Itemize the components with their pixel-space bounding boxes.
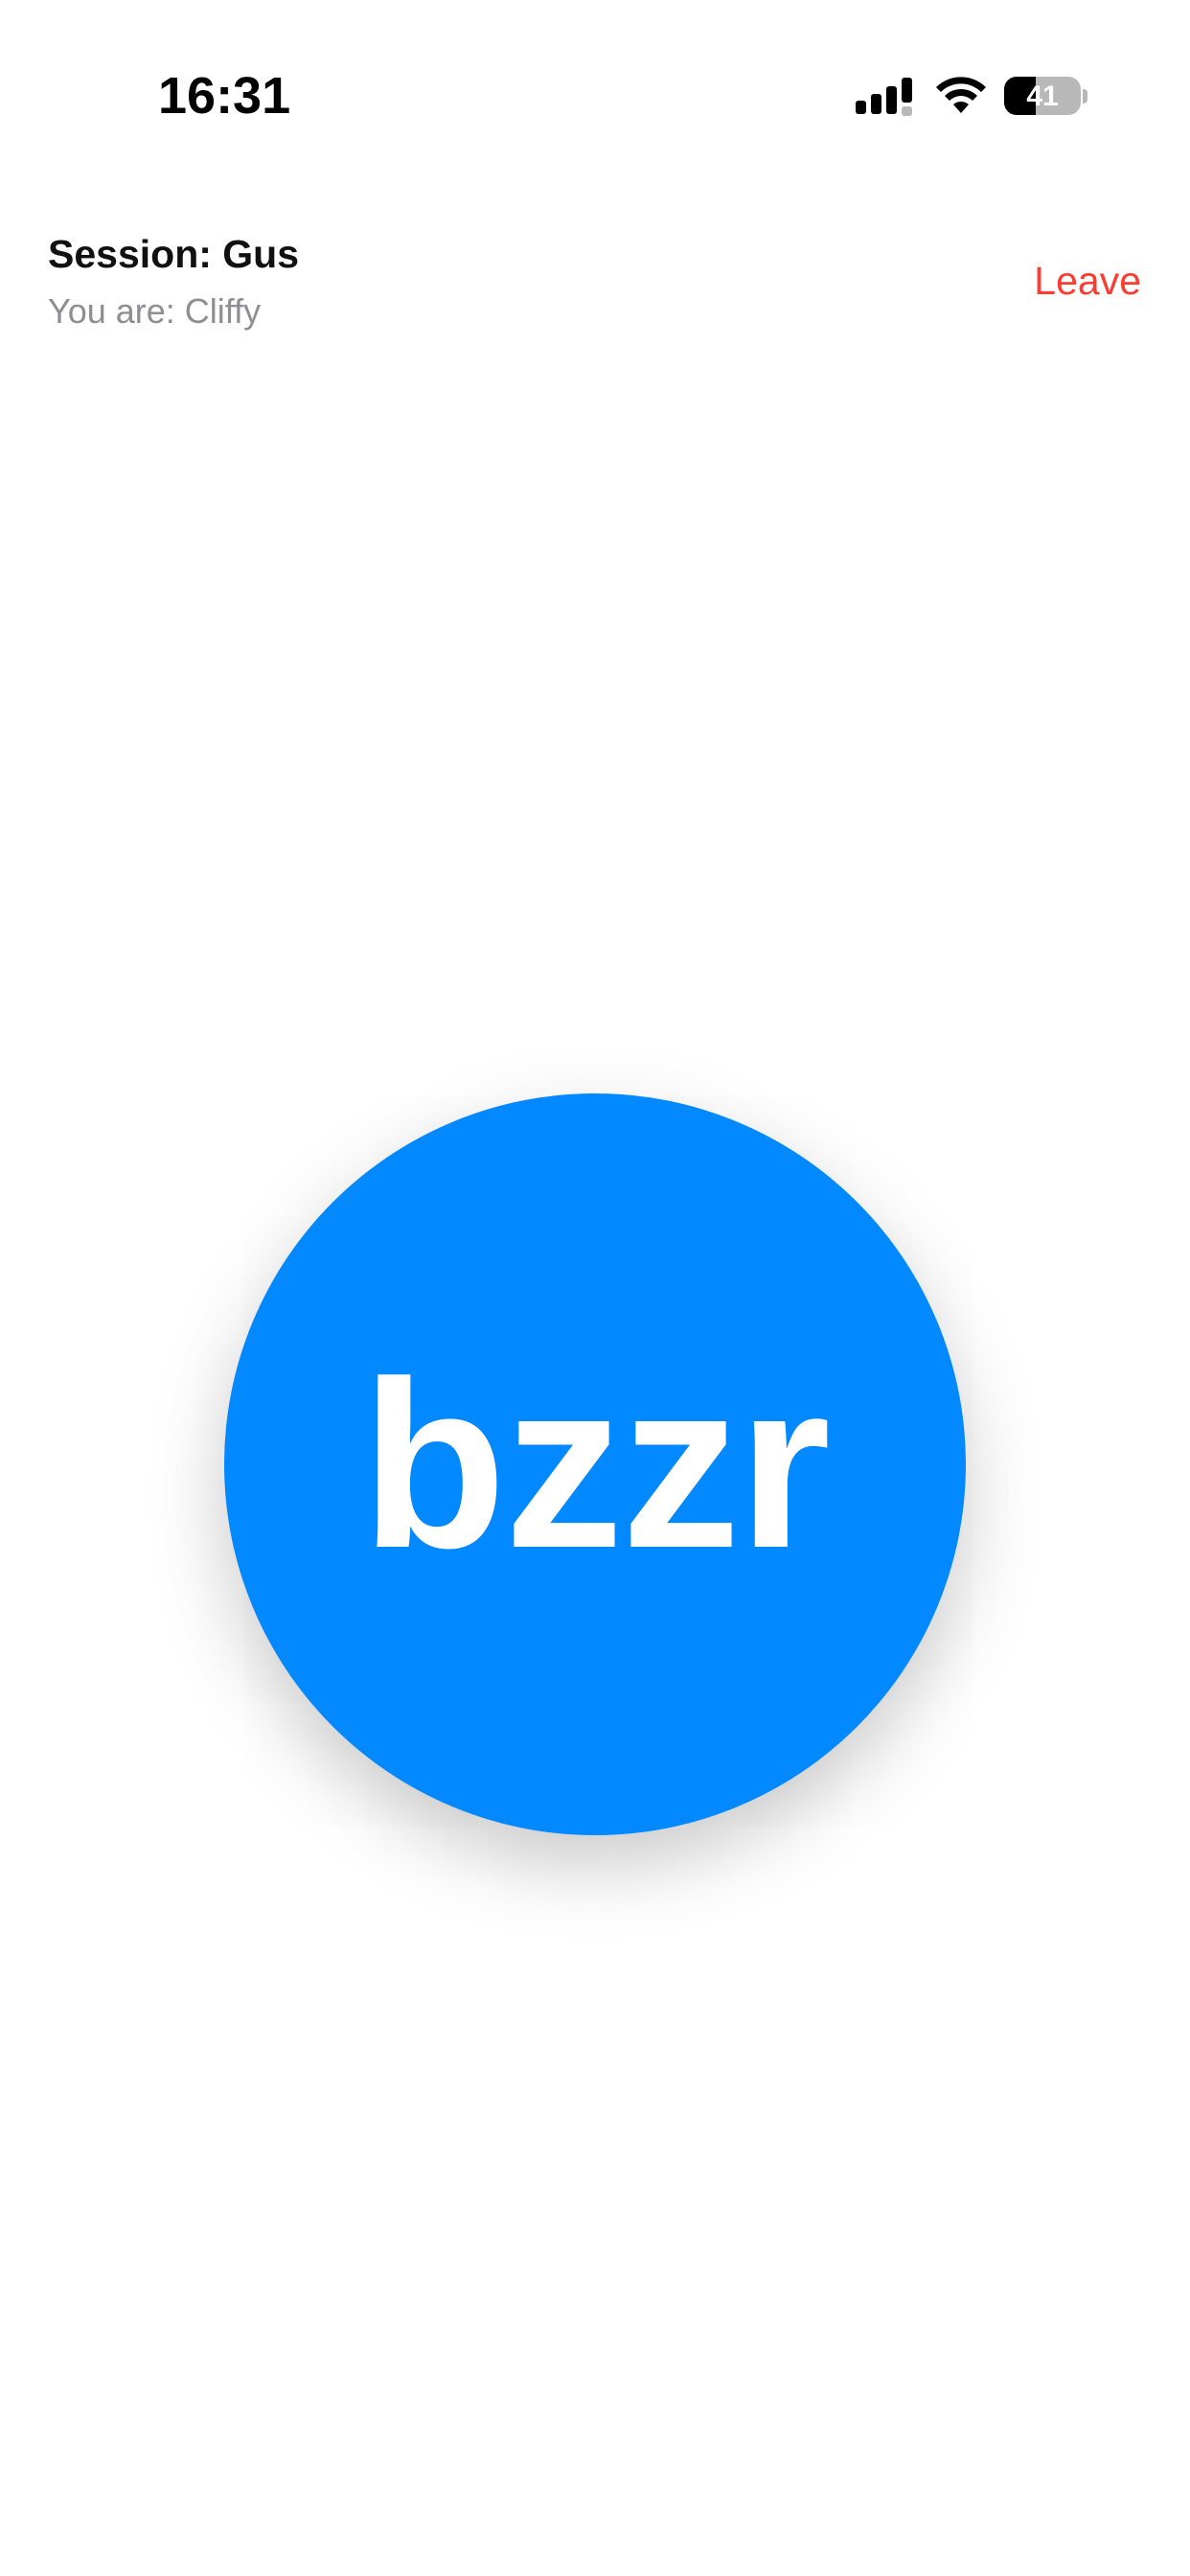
battery-cap: [1083, 89, 1087, 104]
player-name-label: You are: Cliffy: [48, 291, 262, 331]
battery-icon: 41: [1004, 77, 1087, 117]
status-bar: 16:31 41: [0, 0, 1190, 192]
status-time: 16:31: [158, 67, 291, 125]
battery-level: 41: [1026, 80, 1059, 112]
buzzer-button[interactable]: bzzr: [224, 1093, 966, 1835]
session-title: Session: Gus: [48, 232, 300, 276]
battery-body: 41: [1004, 77, 1081, 115]
buzzer-label: bzzr: [361, 1331, 831, 1598]
leave-button[interactable]: Leave: [1034, 257, 1141, 305]
wifi-icon: [936, 77, 986, 113]
cellular-signal-icon: [856, 78, 912, 116]
